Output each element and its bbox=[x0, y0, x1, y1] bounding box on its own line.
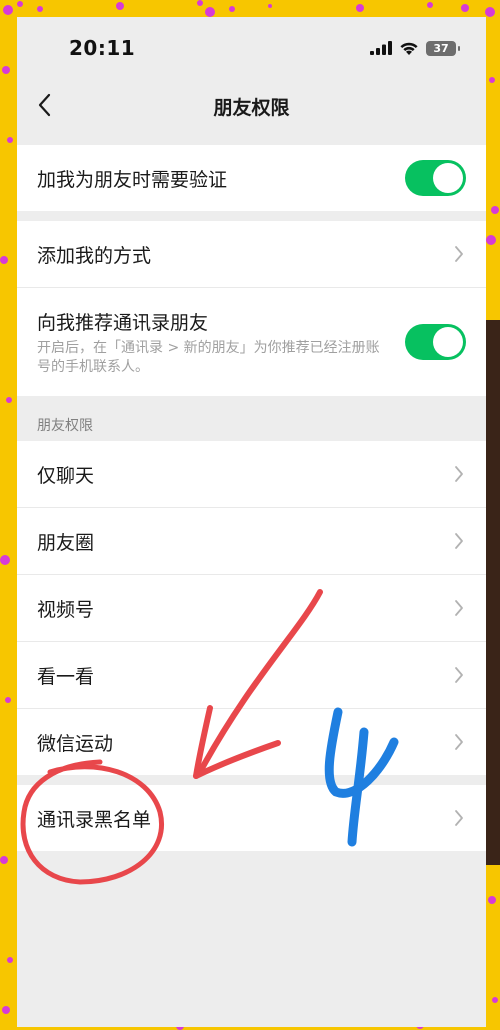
perm-item-chat-only[interactable]: 仅聊天 bbox=[17, 441, 486, 508]
chevron-right-icon bbox=[455, 810, 463, 826]
perm-item-top-stories[interactable]: 看一看 bbox=[17, 642, 486, 709]
nav-bar: 朋友权限 bbox=[17, 83, 486, 127]
battery-icon: 37 bbox=[426, 40, 460, 56]
permissions-section-header: 朋友权限 bbox=[37, 418, 93, 434]
verify-toggle[interactable] bbox=[405, 160, 466, 196]
signal-icon bbox=[370, 41, 392, 55]
perm-item-label: 朋友圈 bbox=[37, 532, 95, 554]
verify-label: 加我为朋友时需要验证 bbox=[37, 169, 228, 191]
permissions-group: 仅聊天 朋友圈 视频号 看一看 微信运动 bbox=[17, 441, 486, 775]
perm-item-label: 微信运动 bbox=[37, 733, 114, 755]
chevron-right-icon bbox=[455, 466, 463, 482]
page-title: 朋友权限 bbox=[213, 97, 290, 119]
chevron-right-icon bbox=[455, 667, 463, 683]
blacklist-row[interactable]: 通讯录黑名单 bbox=[17, 785, 486, 851]
status-time: 20:11 bbox=[69, 36, 136, 60]
add-method-label: 添加我的方式 bbox=[37, 245, 152, 267]
chevron-right-icon bbox=[455, 734, 463, 750]
perm-item-label: 仅聊天 bbox=[37, 465, 95, 487]
wifi-icon bbox=[400, 42, 418, 55]
blacklist-group: 通讯录黑名单 bbox=[17, 785, 486, 851]
blacklist-label: 通讯录黑名单 bbox=[37, 809, 152, 831]
status-bar: 20:11 37 bbox=[17, 17, 486, 77]
verify-group: 加我为朋友时需要验证 bbox=[17, 145, 486, 211]
perm-item-moments[interactable]: 朋友圈 bbox=[17, 508, 486, 575]
toggle-knob bbox=[433, 163, 463, 193]
verify-row: 加我为朋友时需要验证 bbox=[17, 145, 486, 211]
perm-item-label: 视频号 bbox=[37, 599, 95, 621]
recommend-toggle[interactable] bbox=[405, 324, 466, 360]
add-method-row[interactable]: 添加我的方式 bbox=[17, 221, 486, 288]
perm-item-channels[interactable]: 视频号 bbox=[17, 575, 486, 642]
perm-item-label: 看一看 bbox=[37, 666, 95, 688]
recommend-label: 向我推荐通讯录朋友 bbox=[37, 312, 209, 334]
recommend-description: 开启后，在「通讯录 > 新的朋友」为你推荐已经注册账号的手机联系人。 bbox=[37, 340, 380, 375]
toggle-knob bbox=[433, 327, 463, 357]
battery-level: 37 bbox=[433, 41, 449, 55]
phone-screen: 20:11 37 朋友权限 加我为朋友时需要验证 添加我的方式 向我推荐通讯录朋… bbox=[17, 17, 486, 1027]
chevron-right-icon bbox=[455, 600, 463, 616]
chevron-right-icon bbox=[455, 246, 463, 262]
contact-options-group: 添加我的方式 向我推荐通讯录朋友 开启后，在「通讯录 > 新的朋友」为你推荐已经… bbox=[17, 221, 486, 396]
chevron-right-icon bbox=[455, 533, 463, 549]
status-icons: 37 bbox=[370, 38, 460, 58]
recommend-row: 向我推荐通讯录朋友 开启后，在「通讯录 > 新的朋友」为你推荐已经注册账号的手机… bbox=[17, 288, 486, 396]
perm-item-werun[interactable]: 微信运动 bbox=[17, 709, 486, 775]
